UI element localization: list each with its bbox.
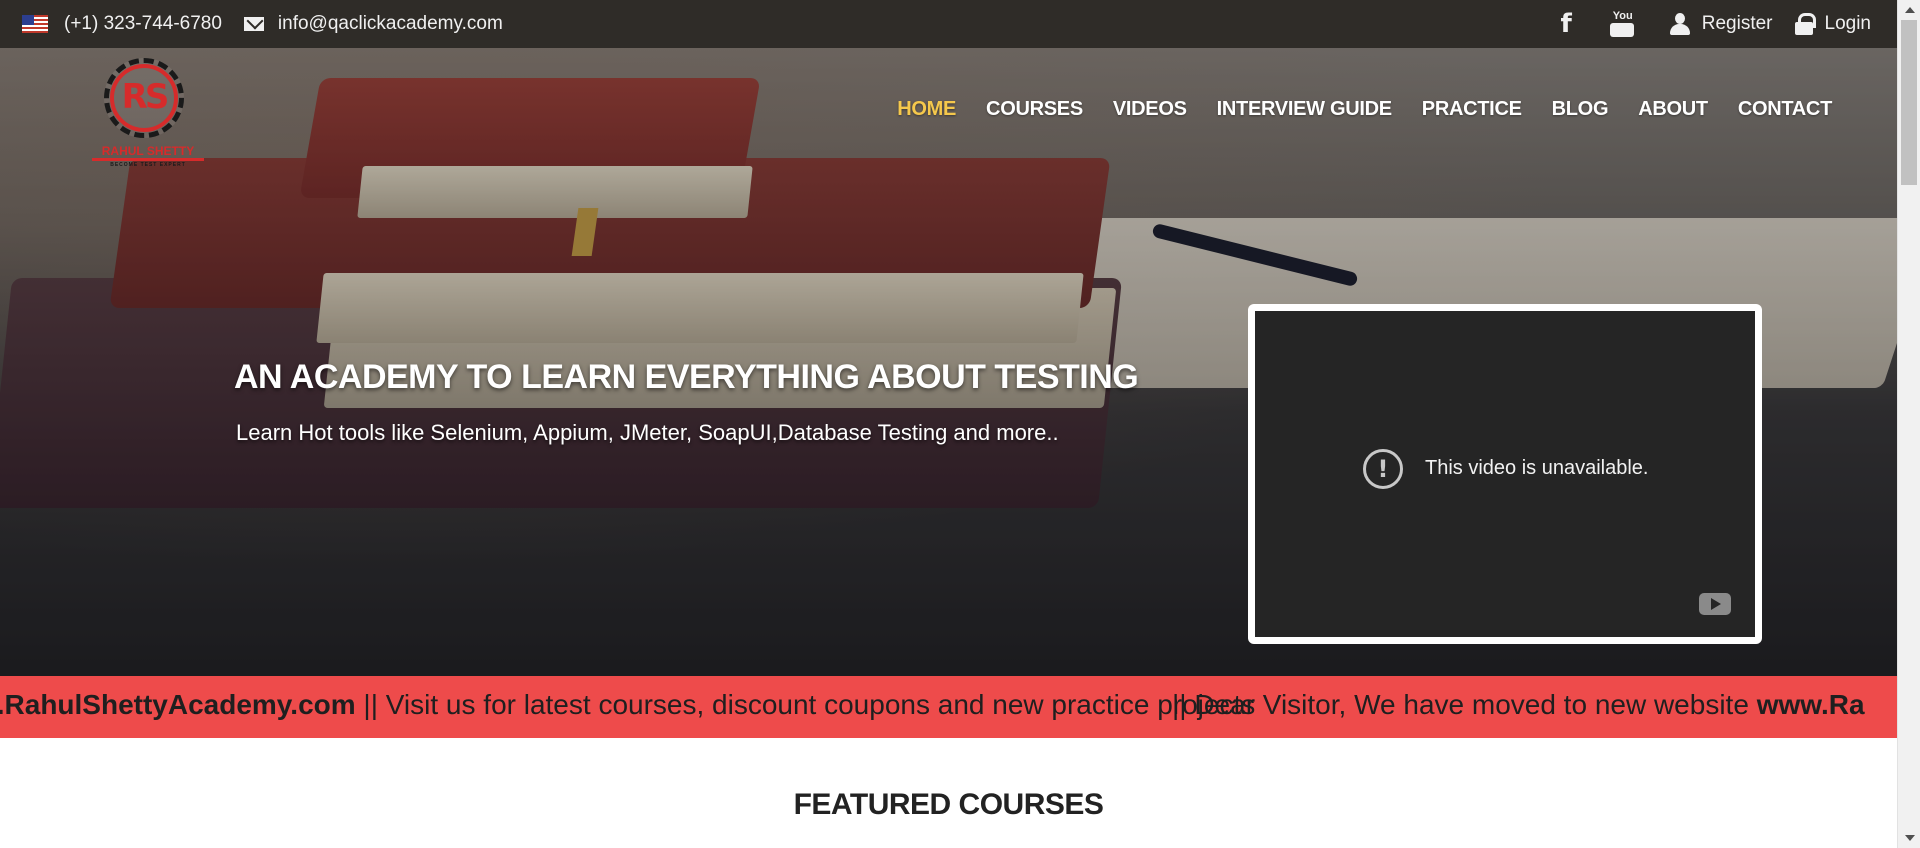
facebook-icon[interactable]: f [1560,9,1571,39]
logo-mark: RS [110,64,178,132]
top-bar: (+1) 323-744-6780 info@qaclickacademy.co… [0,0,1897,48]
marquee-segment: || Dear Visitor, We have moved to new we… [1172,689,1865,721]
youtube-icon[interactable]: You [1609,10,1634,38]
hero-subtitle: Learn Hot tools like Selenium, Appium, J… [236,420,1059,445]
register-link[interactable]: Register [1702,13,1773,35]
hero-title: AN ACADEMY TO LEARN EVERYTHING ABOUT TES… [234,358,1139,396]
video-frame[interactable]: ! This video is unavailable. [1255,311,1755,637]
user-icon [1669,13,1690,35]
featured-courses-heading: FEATURED COURSES [793,788,1104,821]
lock-icon [1794,13,1816,35]
video-player[interactable]: ! This video is unavailable. [1248,304,1762,644]
contact-info: (+1) 323-744-6780 info@qaclickacademy.co… [22,0,503,48]
nav-courses[interactable]: COURSES [986,98,1083,121]
logo-tagline: BECOME TEST EXPERT [110,162,186,168]
marquee-site-link[interactable]: w.RahulShettyAcademy.com [0,689,356,720]
site-logo[interactable]: RS RAHUL SHETTY BECOME TEST EXPERT [92,58,204,170]
marquee-segment: w.RahulShettyAcademy.com || Visit us for… [0,689,1255,721]
nav-contact[interactable]: CONTACT [1738,98,1832,121]
scroll-up-arrow-icon[interactable] [1905,7,1915,13]
login-link[interactable]: Login [1825,13,1872,35]
us-flag-icon [22,15,48,33]
scrollbar-thumb[interactable] [1901,20,1917,185]
marquee-text: || Dear Visitor, We have moved to new we… [1172,689,1757,720]
email-address[interactable]: info@qaclickacademy.com [278,13,503,35]
page: (+1) 323-744-6780 info@qaclickacademy.co… [0,0,1920,848]
logo-name: RAHUL SHETTY [92,144,204,161]
video-unavailable-message: This video is unavailable. [1425,457,1649,479]
top-actions: f You Register Login [1560,0,1871,48]
nav-home[interactable]: HOME [897,98,956,121]
nav-about[interactable]: ABOUT [1638,98,1708,121]
main-nav: HOME COURSES VIDEOS INTERVIEW GUIDE PRAC… [897,98,1832,121]
nav-practice[interactable]: PRACTICE [1422,98,1522,121]
page-scrollbar[interactable] [1897,0,1920,848]
marquee-text: || Visit us for latest courses, discount… [355,689,1256,720]
nav-interview-guide[interactable]: INTERVIEW GUIDE [1217,98,1392,121]
envelope-icon [243,17,264,31]
phone-number: (+1) 323-744-6780 [64,13,222,34]
scroll-down-arrow-icon[interactable] [1905,835,1915,841]
marquee-site-link[interactable]: www.Ra [1757,689,1865,720]
youtube-logo-icon[interactable] [1699,593,1731,615]
nav-blog[interactable]: BLOG [1552,98,1609,121]
announcement-marquee: w.RahulShettyAcademy.com || Visit us for… [0,676,1897,738]
alert-icon: ! [1363,449,1403,489]
nav-videos[interactable]: VIDEOS [1113,98,1187,121]
